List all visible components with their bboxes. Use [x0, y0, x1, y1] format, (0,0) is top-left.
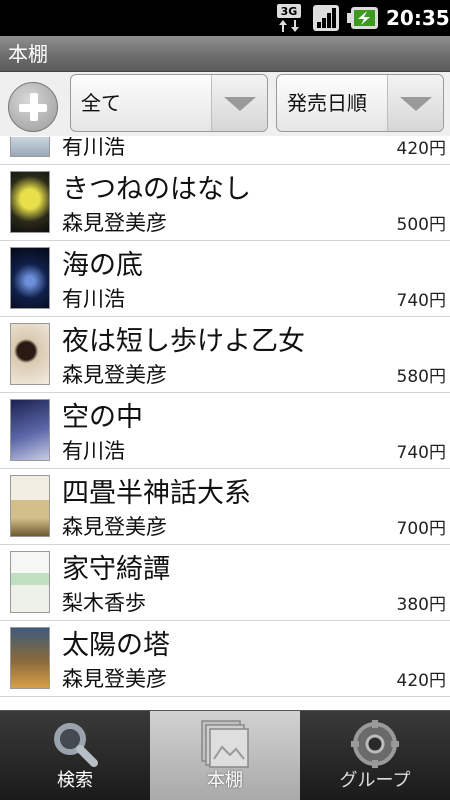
svg-text:3G: 3G — [281, 5, 298, 18]
sort-dropdown-value: 発売日順 — [287, 91, 367, 115]
book-list-item[interactable]: 太陽の塔森見登美彦 420円 — [0, 621, 450, 697]
bookshelf-icon — [201, 720, 249, 768]
chevron-down-icon — [224, 97, 256, 111]
search-icon — [54, 723, 98, 767]
book-price: 420円 — [396, 139, 446, 159]
book-title: 空の中 — [62, 402, 143, 433]
book-cover-thumbnail — [10, 137, 50, 157]
3g-network-icon: 3G — [277, 4, 301, 32]
book-title: きつねのはなし — [62, 174, 251, 205]
page-title: 本棚 — [8, 42, 48, 66]
sort-dropdown[interactable]: 発売日順 — [276, 74, 444, 132]
book-author: 森見登美彦 — [62, 667, 167, 691]
category-dropdown[interactable]: 全て — [70, 74, 268, 132]
category-dropdown-arrow[interactable] — [211, 75, 267, 131]
book-list-item[interactable]: 四畳半神話大系森見登美彦 700円 — [0, 469, 450, 545]
book-list-item[interactable]: 空の中有川浩 740円 — [0, 393, 450, 469]
book-author: 有川浩 — [62, 287, 125, 311]
book-price: 740円 — [396, 291, 446, 311]
book-cover-thumbnail — [10, 627, 50, 689]
book-author: 有川浩 — [62, 439, 125, 463]
category-dropdown-value: 全て — [81, 91, 121, 115]
book-cover-thumbnail — [10, 475, 50, 537]
book-price: 500円 — [396, 215, 446, 235]
book-cover-thumbnail — [10, 171, 50, 233]
toolbar: 全て 発売日順 — [0, 72, 450, 136]
add-book-button[interactable] — [8, 82, 58, 132]
book-title: 夜は短し歩けよ乙女 — [62, 326, 305, 357]
book-cover-thumbnail — [10, 399, 50, 461]
chevron-down-icon — [400, 97, 432, 111]
tab-group-label: グループ — [339, 770, 411, 791]
book-list-item[interactable]: きつねのはなし森見登美彦 500円 — [0, 165, 450, 241]
signal-strength-icon — [313, 5, 339, 31]
book-cover-thumbnail — [10, 551, 50, 613]
clock: 20:35 — [386, 6, 450, 30]
book-author: 森見登美彦 — [62, 515, 167, 539]
book-list[interactable]: レインツリーの国有川浩420円きつねのはなし森見登美彦500円海の底有川浩740… — [0, 137, 450, 710]
book-list-item[interactable]: レインツリーの国有川浩420円 — [0, 137, 450, 165]
tab-search-label: 検索 — [57, 770, 93, 791]
book-list-item[interactable]: 海の底有川浩 740円 — [0, 241, 450, 317]
book-author: 有川浩 — [62, 137, 125, 159]
tab-bookshelf[interactable]: 本棚 — [150, 711, 300, 800]
book-price: 420円 — [396, 671, 446, 691]
book-author: 森見登美彦 — [62, 363, 167, 387]
book-price: 380円 — [396, 595, 446, 615]
status-bar: 3G 20:35 — [0, 0, 450, 36]
book-title: 四畳半神話大系 — [62, 478, 251, 509]
book-title: 海の底 — [62, 250, 143, 281]
book-price: 580円 — [396, 367, 446, 387]
book-list-item[interactable]: 家守綺譚梨木香歩 380円 — [0, 545, 450, 621]
book-price: 740円 — [396, 443, 446, 463]
battery-charging-icon — [347, 7, 378, 29]
tab-bookshelf-label: 本棚 — [207, 770, 243, 791]
book-cover-thumbnail — [10, 247, 50, 309]
bottom-tab-bar: 検索 本棚 グループ — [0, 710, 450, 800]
book-list-item[interactable]: 夜は短し歩けよ乙女森見登美彦 580円 — [0, 317, 450, 393]
tab-group[interactable]: グループ — [300, 711, 450, 800]
book-title: 家守綺譚 — [62, 554, 170, 585]
book-title: 太陽の塔 — [62, 630, 170, 661]
book-cover-thumbnail — [10, 323, 50, 385]
group-icon — [351, 720, 399, 768]
book-price: 700円 — [396, 519, 446, 539]
book-author: 森見登美彦 — [62, 211, 167, 235]
title-bar: 本棚 — [0, 36, 450, 72]
tab-search[interactable]: 検索 — [0, 711, 150, 800]
book-author: 梨木香歩 — [62, 591, 146, 615]
sort-dropdown-arrow[interactable] — [387, 75, 443, 131]
